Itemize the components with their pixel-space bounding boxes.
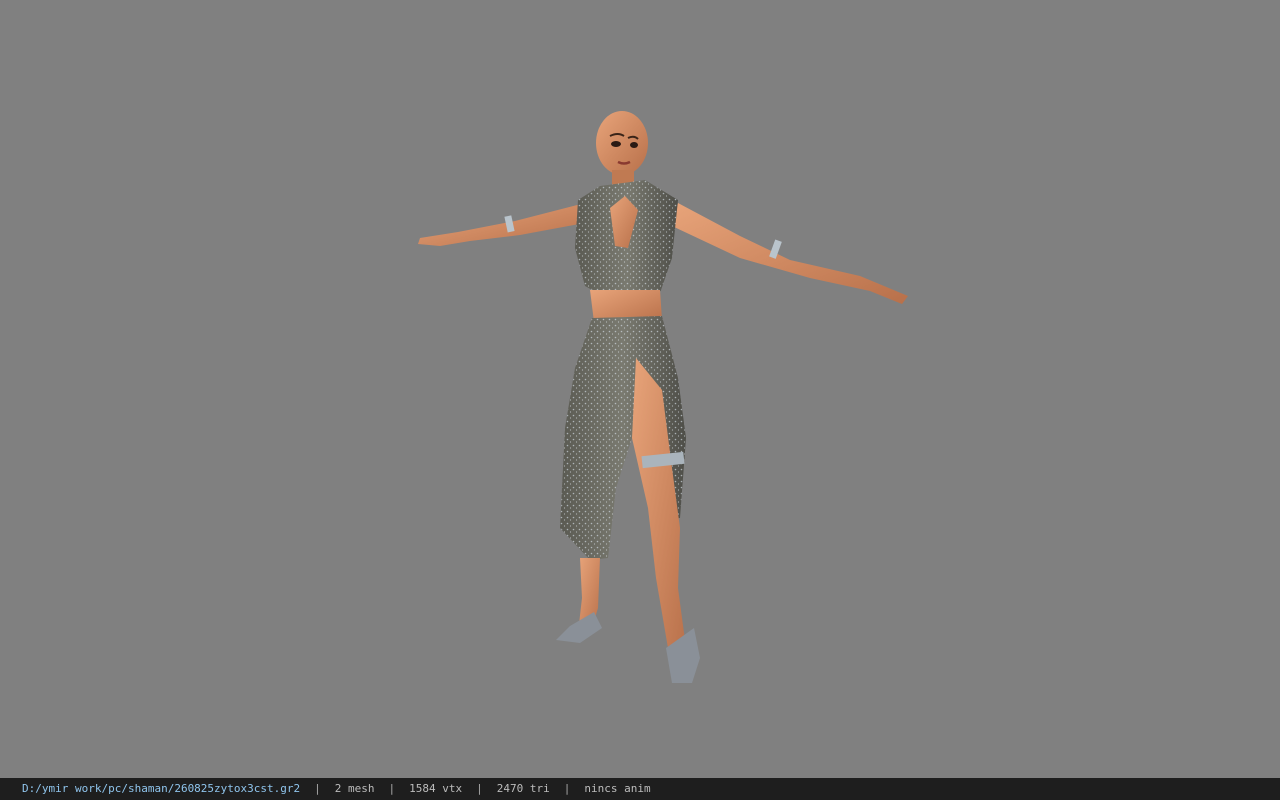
triangle-count: 2470 tri — [496, 782, 550, 795]
separator: | — [563, 782, 571, 795]
file-path: D:/ymir work/pc/shaman/260825zytox3cst.g… — [22, 782, 301, 795]
status-bar: D:/ymir work/pc/shaman/260825zytox3cst.g… — [0, 778, 1280, 800]
animation-status: nincs anim — [584, 782, 651, 795]
character-model — [418, 111, 908, 683]
separator: | — [476, 782, 483, 795]
separator: | — [314, 782, 321, 795]
mesh-count: 2 mesh — [334, 782, 375, 795]
separator: | — [388, 782, 396, 795]
vertex-count: 1584 vtx — [409, 782, 463, 795]
3d-viewport[interactable] — [0, 0, 1280, 778]
